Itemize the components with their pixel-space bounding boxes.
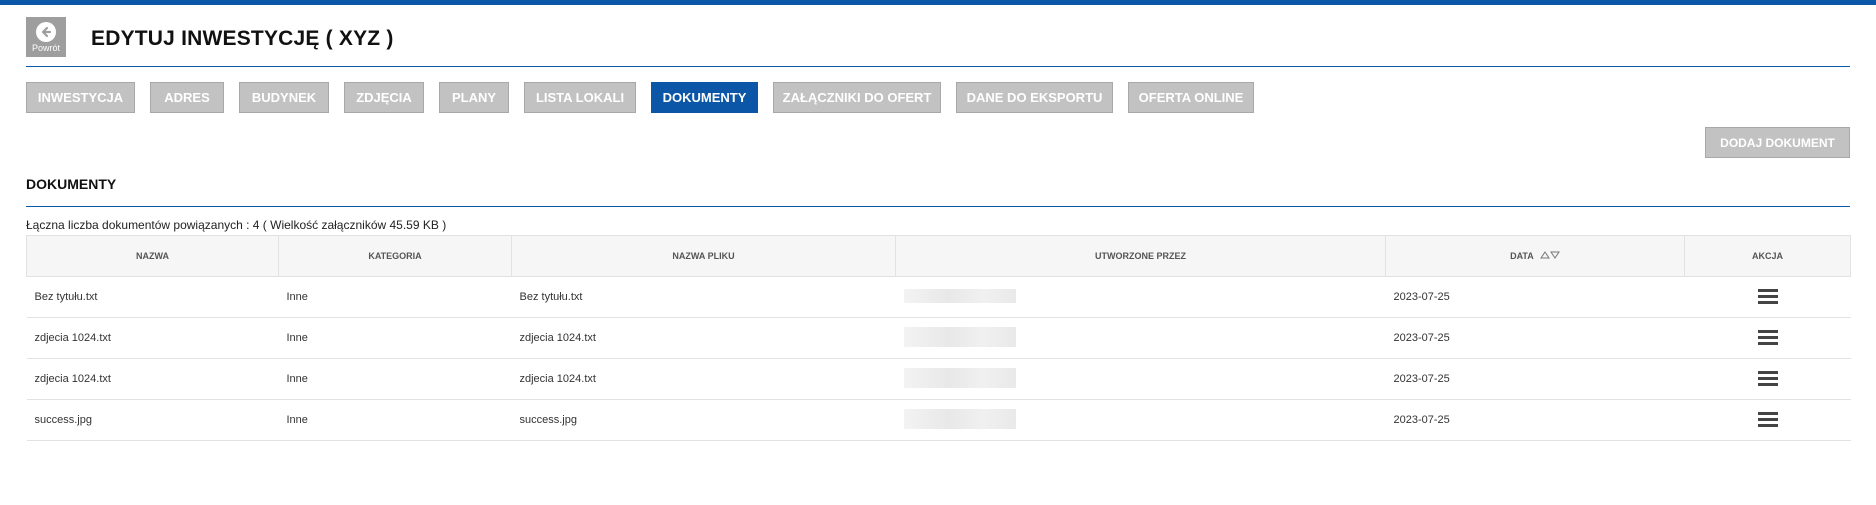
cell-file: success.jpg (511, 399, 896, 441)
cell-name: zdjecia 1024.txt (26, 358, 279, 400)
page-title: EDYTUJ INWESTYCJĘ ( XYZ ) (91, 27, 394, 50)
cell-created-by (895, 276, 1386, 318)
header-data-label: DATA (1510, 250, 1534, 261)
cell-category: Inne (278, 399, 512, 441)
tab-budynek[interactable]: BUDYNEK (239, 82, 329, 113)
tab-bar: INWESTYCJA ADRES BUDYNEK ZDJĘCIA PLANY L… (26, 82, 1254, 113)
sort-arrows-icon[interactable] (1539, 251, 1560, 261)
documents-table: NAZWA KATEGORIA NAZWA PLIKU UTWORZONE PR… (26, 235, 1851, 441)
redacted-user (903, 326, 1016, 347)
table-row: zdjecia 1024.txt Inne zdjecia 1024.txt 2… (26, 317, 1851, 359)
tab-zdjecia[interactable]: ZDJĘCIA (344, 82, 424, 113)
cell-file: zdjecia 1024.txt (511, 358, 896, 400)
hamburger-menu-icon[interactable] (1757, 371, 1778, 387)
cell-file: Bez tytułu.txt (511, 276, 896, 318)
hamburger-menu-icon[interactable] (1757, 330, 1778, 346)
tab-zalaczniki-do-ofert[interactable]: ZAŁĄCZNIKI DO OFERT (773, 82, 941, 113)
back-label: Powrót (31, 43, 60, 53)
table-row: success.jpg Inne success.jpg 2023-07-25 (26, 399, 1851, 441)
table-header-row: NAZWA KATEGORIA NAZWA PLIKU UTWORZONE PR… (26, 235, 1851, 277)
cell-created-by (895, 317, 1386, 359)
header-akcja: AKCJA (1684, 235, 1851, 277)
documents-summary: Łączna liczba dokumentów powiązanych : 4… (26, 218, 447, 232)
tab-inwestycja[interactable]: INWESTYCJA (26, 82, 135, 113)
table-row: Bez tytułu.txt Inne Bez tytułu.txt 2023-… (26, 276, 1851, 318)
header-utworzone-przez[interactable]: UTWORZONE PRZEZ (895, 235, 1386, 277)
cell-action (1684, 358, 1851, 400)
cell-date: 2023-07-25 (1385, 358, 1685, 400)
cell-category: Inne (278, 276, 512, 318)
redacted-user (903, 408, 1016, 429)
tab-oferta-online[interactable]: OFERTA ONLINE (1128, 82, 1254, 113)
cell-date: 2023-07-25 (1385, 317, 1685, 359)
tab-dokumenty[interactable]: DOKUMENTY (651, 82, 758, 113)
hamburger-menu-icon[interactable] (1757, 412, 1778, 428)
cell-action (1684, 317, 1851, 359)
cell-action (1684, 399, 1851, 441)
header-data[interactable]: DATA (1385, 235, 1685, 277)
tab-dane-do-eksportu[interactable]: DANE DO EKSPORTU (956, 82, 1113, 113)
redacted-user (903, 288, 1016, 303)
title-divider (26, 66, 1850, 67)
header-kategoria[interactable]: KATEGORIA (278, 235, 512, 277)
add-document-button[interactable]: DODAJ DOKUMENT (1705, 127, 1850, 158)
cell-name: success.jpg (26, 399, 279, 441)
cell-created-by (895, 399, 1386, 441)
header-nazwa[interactable]: NAZWA (26, 235, 279, 277)
tab-lista-lokali[interactable]: LISTA LOKALI (524, 82, 636, 113)
cell-category: Inne (278, 358, 512, 400)
hamburger-menu-icon[interactable] (1757, 289, 1778, 305)
section-title: DOKUMENTY (26, 176, 117, 192)
cell-created-by (895, 358, 1386, 400)
cell-date: 2023-07-25 (1385, 399, 1685, 441)
tab-plany[interactable]: PLANY (439, 82, 509, 113)
redacted-user (903, 367, 1016, 388)
cell-action (1684, 276, 1851, 318)
back-button[interactable]: Powrót (26, 17, 66, 57)
top-accent-bar (0, 0, 1876, 5)
cell-file: zdjecia 1024.txt (511, 317, 896, 359)
cell-name: Bez tytułu.txt (26, 276, 279, 318)
cell-name: zdjecia 1024.txt (26, 317, 279, 359)
table-row: zdjecia 1024.txt Inne zdjecia 1024.txt 2… (26, 358, 1851, 400)
cell-category: Inne (278, 317, 512, 359)
cell-date: 2023-07-25 (1385, 276, 1685, 318)
arrow-left-icon (36, 22, 56, 42)
header-nazwa-pliku[interactable]: NAZWA PLIKU (511, 235, 896, 277)
tab-adres[interactable]: ADRES (150, 82, 224, 113)
section-divider (26, 206, 1850, 207)
